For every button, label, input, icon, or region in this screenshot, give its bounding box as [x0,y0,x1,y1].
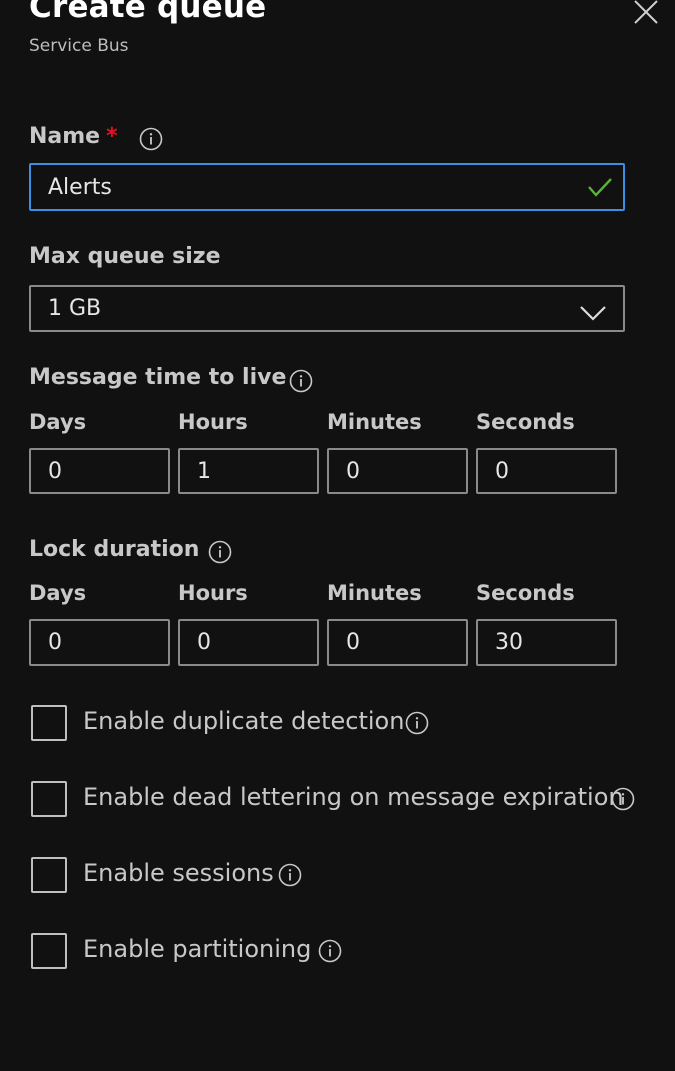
lock-seconds-label: Seconds [476,581,575,605]
chevron-down-icon [580,306,606,321]
info-icon[interactable] [289,369,313,393]
lock-minutes-label: Minutes [327,581,422,605]
ttl-minutes-input[interactable]: 0 [327,448,468,494]
lock-minutes-value: 0 [346,630,360,655]
ttl-days-value: 0 [48,458,62,484]
lock-days-input[interactable]: 0 [29,619,170,666]
lock-days-value: 0 [48,630,62,655]
partitioning-label[interactable]: Enable partitioning [83,935,311,963]
ttl-minutes-value: 0 [346,458,360,484]
panel-subtitle: Service Bus [29,36,129,56]
name-label-text: Name [29,124,101,149]
ttl-days-input[interactable]: 0 [29,448,170,494]
create-queue-panel: Create queue Service Bus Name * Alerts Ma… [0,0,675,1071]
ttl-seconds-value: 0 [495,458,509,484]
ttl-hours-value: 1 [197,458,211,484]
name-label: Name * [29,124,118,149]
info-icon[interactable] [208,540,232,564]
required-indicator: * [106,124,118,149]
close-button[interactable] [630,0,660,26]
info-icon[interactable] [278,863,302,887]
lock-hours-value: 0 [197,630,211,655]
lock-hours-input[interactable]: 0 [178,619,319,666]
duplicate-detection-checkbox[interactable] [31,705,67,741]
lock-seconds-input[interactable]: 30 [476,619,617,666]
message-ttl-label: Message time to live [29,365,287,390]
info-icon[interactable] [139,127,163,151]
info-icon[interactable] [611,787,635,811]
lock-duration-label: Lock duration [29,537,200,562]
lock-hours-label: Hours [178,581,248,605]
max-queue-size-value: 1 GB [48,296,102,321]
sessions-label[interactable]: Enable sessions [83,859,274,887]
ttl-minutes-label: Minutes [327,410,422,434]
ttl-hours-label: Hours [178,410,248,434]
lock-days-label: Days [29,581,87,605]
lock-seconds-value: 30 [495,630,523,655]
ttl-days-label: Days [29,410,87,434]
dead-lettering-checkbox[interactable] [31,781,67,817]
dead-lettering-label[interactable]: Enable dead lettering on message expirat… [83,783,624,811]
max-queue-size-label: Max queue size [29,244,221,269]
name-input-value: Alerts [48,174,112,200]
ttl-seconds-input[interactable]: 0 [476,448,617,494]
close-icon [634,0,658,24]
info-icon[interactable] [405,711,429,735]
ttl-seconds-label: Seconds [476,410,575,434]
ttl-hours-input[interactable]: 1 [178,448,319,494]
info-icon[interactable] [318,939,342,963]
duplicate-detection-label[interactable]: Enable duplicate detection [83,707,404,735]
checkmark-icon [588,178,612,197]
name-input[interactable]: Alerts [29,163,625,211]
lock-minutes-input[interactable]: 0 [327,619,468,666]
sessions-checkbox[interactable] [31,857,67,893]
partitioning-checkbox[interactable] [31,933,67,969]
max-queue-size-dropdown[interactable]: 1 GB [29,285,625,332]
panel-title: Create queue [29,0,267,25]
